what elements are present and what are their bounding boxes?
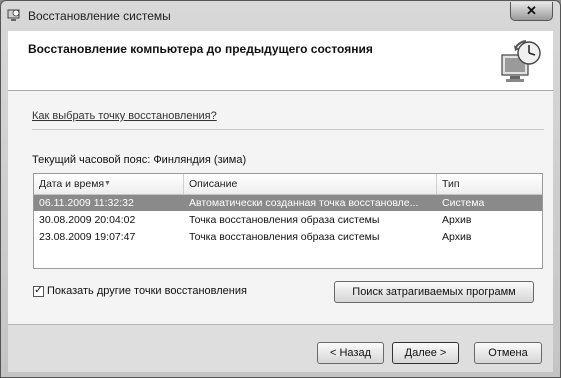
row-type: Архив — [442, 231, 472, 243]
page-title: Восстановление компьютера до предыдущего… — [28, 42, 373, 56]
title-bar[interactable]: Восстановление системы ✕ — [1, 1, 560, 31]
close-icon: ✕ — [526, 3, 537, 18]
close-button[interactable]: ✕ — [510, 2, 553, 21]
sort-arrow-icon: ▼ — [104, 180, 111, 187]
restore-points-list[interactable]: Дата и время ▼ Описание Тип 06.11.2009 1… — [33, 173, 543, 269]
cancel-button[interactable]: Отмена — [474, 342, 542, 364]
row-description: Точка восстановления образа системы — [189, 214, 380, 226]
row-type: Система — [442, 197, 485, 209]
show-more-label: Показать другие точки восстановления — [47, 285, 247, 297]
table-row[interactable]: 30.08.2009 20:04:02 Точка восстановления… — [34, 212, 542, 228]
row-date: 23.08.2009 19:07:47 — [39, 231, 136, 243]
show-more-checkbox[interactable]: ✓ — [33, 285, 44, 297]
table-row[interactable]: 23.08.2009 19:07:47 Точка восстановления… — [34, 229, 542, 245]
show-more-option[interactable]: ✓ Показать другие точки восстановления — [33, 285, 247, 297]
checkmark-icon: ✓ — [34, 285, 43, 296]
row-date: 06.11.2009 11:32:32 — [39, 197, 134, 209]
system-restore-icon — [7, 8, 21, 22]
system-restore-window: Восстановление системы ✕ Восстановление … — [0, 0, 561, 378]
column-header-type[interactable]: Тип — [437, 174, 542, 194]
content-area: Как выбрать точку восстановления? Текущи… — [8, 91, 553, 324]
scan-affected-programs-button[interactable]: Поиск затрагиваемых программ — [334, 281, 534, 303]
window-title: Восстановление системы — [28, 9, 171, 23]
divider — [32, 129, 544, 130]
header-panel: Восстановление компьютера до предыдущего… — [8, 31, 553, 91]
row-type: Архив — [442, 214, 472, 226]
column-header-date[interactable]: Дата и время ▼ — [34, 174, 184, 194]
footer: < Назад Далее > Отмена — [8, 324, 553, 372]
row-description: Точка восстановления образа системы — [189, 231, 380, 243]
back-button[interactable]: < Назад — [317, 342, 384, 364]
row-date: 30.08.2009 20:04:02 — [39, 214, 136, 226]
help-link[interactable]: Как выбрать точку восстановления? — [32, 110, 217, 122]
next-button[interactable]: Далее > — [392, 342, 459, 364]
timezone-label: Текущий часовой пояс: Финляндия (зима) — [32, 154, 247, 166]
row-description: Автоматически созданная точка восстановл… — [189, 197, 419, 209]
restore-clock-icon — [496, 39, 544, 85]
list-header: Дата и время ▼ Описание Тип — [34, 174, 542, 195]
table-row[interactable]: 06.11.2009 11:32:32 Автоматически создан… — [34, 195, 542, 211]
column-header-description[interactable]: Описание — [184, 174, 437, 194]
